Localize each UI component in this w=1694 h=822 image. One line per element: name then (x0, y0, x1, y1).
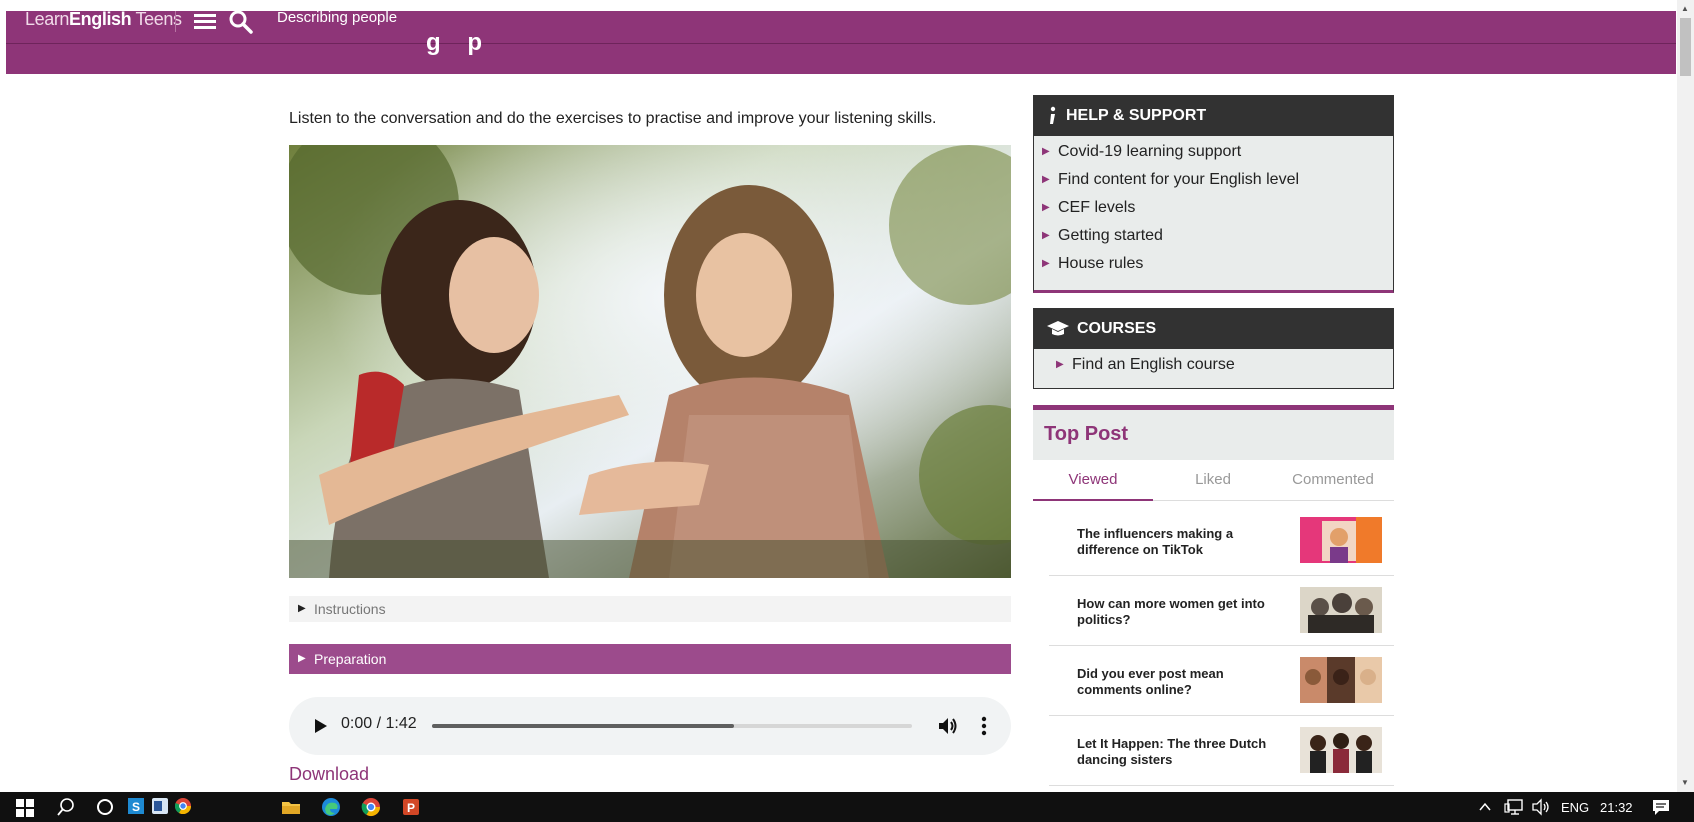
course-link[interactable]: ▶ Find an English course (1034, 351, 1393, 379)
svg-text:P: P (407, 801, 415, 815)
help-link[interactable]: ▶ Covid-19 learning support (1034, 138, 1393, 166)
caret-right-icon: ▶ (298, 603, 306, 614)
arrow-right-icon: ▶ (1042, 174, 1050, 185)
edge-icon[interactable] (321, 797, 341, 822)
search-icon[interactable] (228, 11, 254, 39)
tab-viewed[interactable]: Viewed (1033, 460, 1153, 501)
speaker-icon[interactable] (1531, 798, 1551, 821)
audio-progress-track[interactable] (432, 724, 912, 728)
audio-time: 0:00 / 1:42 (341, 715, 417, 732)
cortana-icon[interactable] (95, 797, 115, 822)
menu-icon[interactable] (193, 11, 217, 37)
post-title: Let It Happen: The three Dutch dancing si… (1077, 736, 1267, 767)
help-support-box: HELP & SUPPORT ▶ Covid-19 learning suppor… (1033, 95, 1394, 293)
tab-liked[interactable]: Liked (1153, 460, 1273, 500)
download-link[interactable]: Download (289, 764, 369, 785)
more-options-icon[interactable] (978, 714, 990, 743)
top-post-title: Top Post (1033, 410, 1394, 460)
arrow-right-icon: ▶ (1042, 258, 1050, 269)
help-link[interactable]: ▶ CEF levels (1034, 194, 1393, 222)
file-explorer-icon[interactable] (281, 797, 301, 822)
post-item[interactable]: Let It Happen: The three Dutch dancing si… (1049, 715, 1394, 786)
skype-icon[interactable]: S (128, 798, 144, 819)
post-thumbnail (1300, 657, 1382, 703)
header-divider-line (6, 43, 1676, 44)
language-indicator[interactable]: ENG (1561, 800, 1589, 815)
audio-progress-fill (432, 724, 735, 728)
windows-start-icon[interactable] (16, 799, 34, 822)
breadcrumb-current[interactable]: Describing people (277, 11, 397, 26)
help-support-header: HELP & SUPPORT (1034, 96, 1393, 136)
page-scrollbar[interactable]: ▲ ▼ (1677, 0, 1694, 792)
scrollbar-thumb[interactable] (1680, 18, 1691, 76)
top-post-widget: Top Post Viewed Liked Commented (1033, 405, 1394, 501)
chevron-up-icon[interactable] (1477, 799, 1493, 820)
scroll-up-icon[interactable]: ▲ (1681, 4, 1689, 13)
top-post-tabs: Viewed Liked Commented (1033, 460, 1394, 501)
chrome-small-icon[interactable] (174, 798, 192, 819)
help-support-title: HELP & SUPPORT (1066, 107, 1207, 124)
windows-taskbar: S P ENG 21:32 (0, 792, 1694, 822)
help-link[interactable]: ▶ Find content for your English level (1034, 166, 1393, 194)
post-item[interactable]: The influencers making a difference on Ti… (1049, 505, 1394, 576)
powerpoint-icon[interactable]: P (401, 797, 421, 822)
post-item[interactable]: Did you ever post mean comments online? (1049, 645, 1394, 716)
network-icon[interactable] (1504, 798, 1524, 821)
site-header: LearnEnglish Teens Describing people g p (6, 11, 1676, 74)
courses-title: COURSES (1077, 320, 1157, 337)
post-thumbnail (1300, 727, 1382, 773)
chrome-icon[interactable] (361, 797, 381, 822)
help-link[interactable]: ▶ House rules (1034, 250, 1393, 278)
site-logo[interactable]: LearnEnglish Teens (25, 11, 182, 30)
post-title: The influencers making a difference on Ti… (1077, 526, 1234, 557)
accordion-label: Instructions (314, 601, 386, 617)
word-icon[interactable] (152, 798, 168, 819)
accordion-label: Preparation (314, 651, 387, 667)
post-thumbnail (1300, 587, 1382, 633)
play-icon[interactable] (305, 711, 335, 741)
scroll-down-icon[interactable]: ▼ (1681, 778, 1689, 787)
volume-icon[interactable] (936, 714, 960, 743)
svg-text:S: S (132, 800, 140, 814)
taskbar-clock[interactable]: 21:32 (1600, 800, 1633, 815)
intro-text: Listen to the conversation and do the ex… (289, 110, 937, 127)
logo-divider (175, 11, 176, 32)
page-title-clipped: g p (426, 29, 492, 56)
notifications-icon[interactable] (1651, 798, 1671, 821)
tab-commented[interactable]: Commented (1273, 460, 1393, 500)
help-link[interactable]: ▶ Getting started (1034, 222, 1393, 250)
arrow-right-icon: ▶ (1042, 146, 1050, 157)
audio-player: 0:00 / 1:42 (289, 697, 1011, 755)
post-title: Did you ever post mean comments online? (1077, 666, 1224, 697)
arrow-right-icon: ▶ (1042, 202, 1050, 213)
post-thumbnail (1300, 517, 1382, 563)
arrow-right-icon: ▶ (1042, 230, 1050, 241)
post-title: How can more women get into politics? (1077, 596, 1265, 627)
courses-header: COURSES (1034, 309, 1393, 349)
preparation-accordion[interactable]: ▶ Preparation (289, 644, 1011, 674)
lesson-photo (289, 145, 1011, 578)
instructions-accordion[interactable]: ▶ Instructions (289, 596, 1011, 622)
arrow-right-icon: ▶ (1056, 359, 1064, 370)
search-icon[interactable] (56, 797, 76, 822)
courses-box: COURSES ▶ Find an English course (1033, 308, 1394, 389)
caret-right-icon: ▶ (298, 653, 306, 664)
post-item[interactable]: How can more women get into politics? (1049, 575, 1394, 646)
